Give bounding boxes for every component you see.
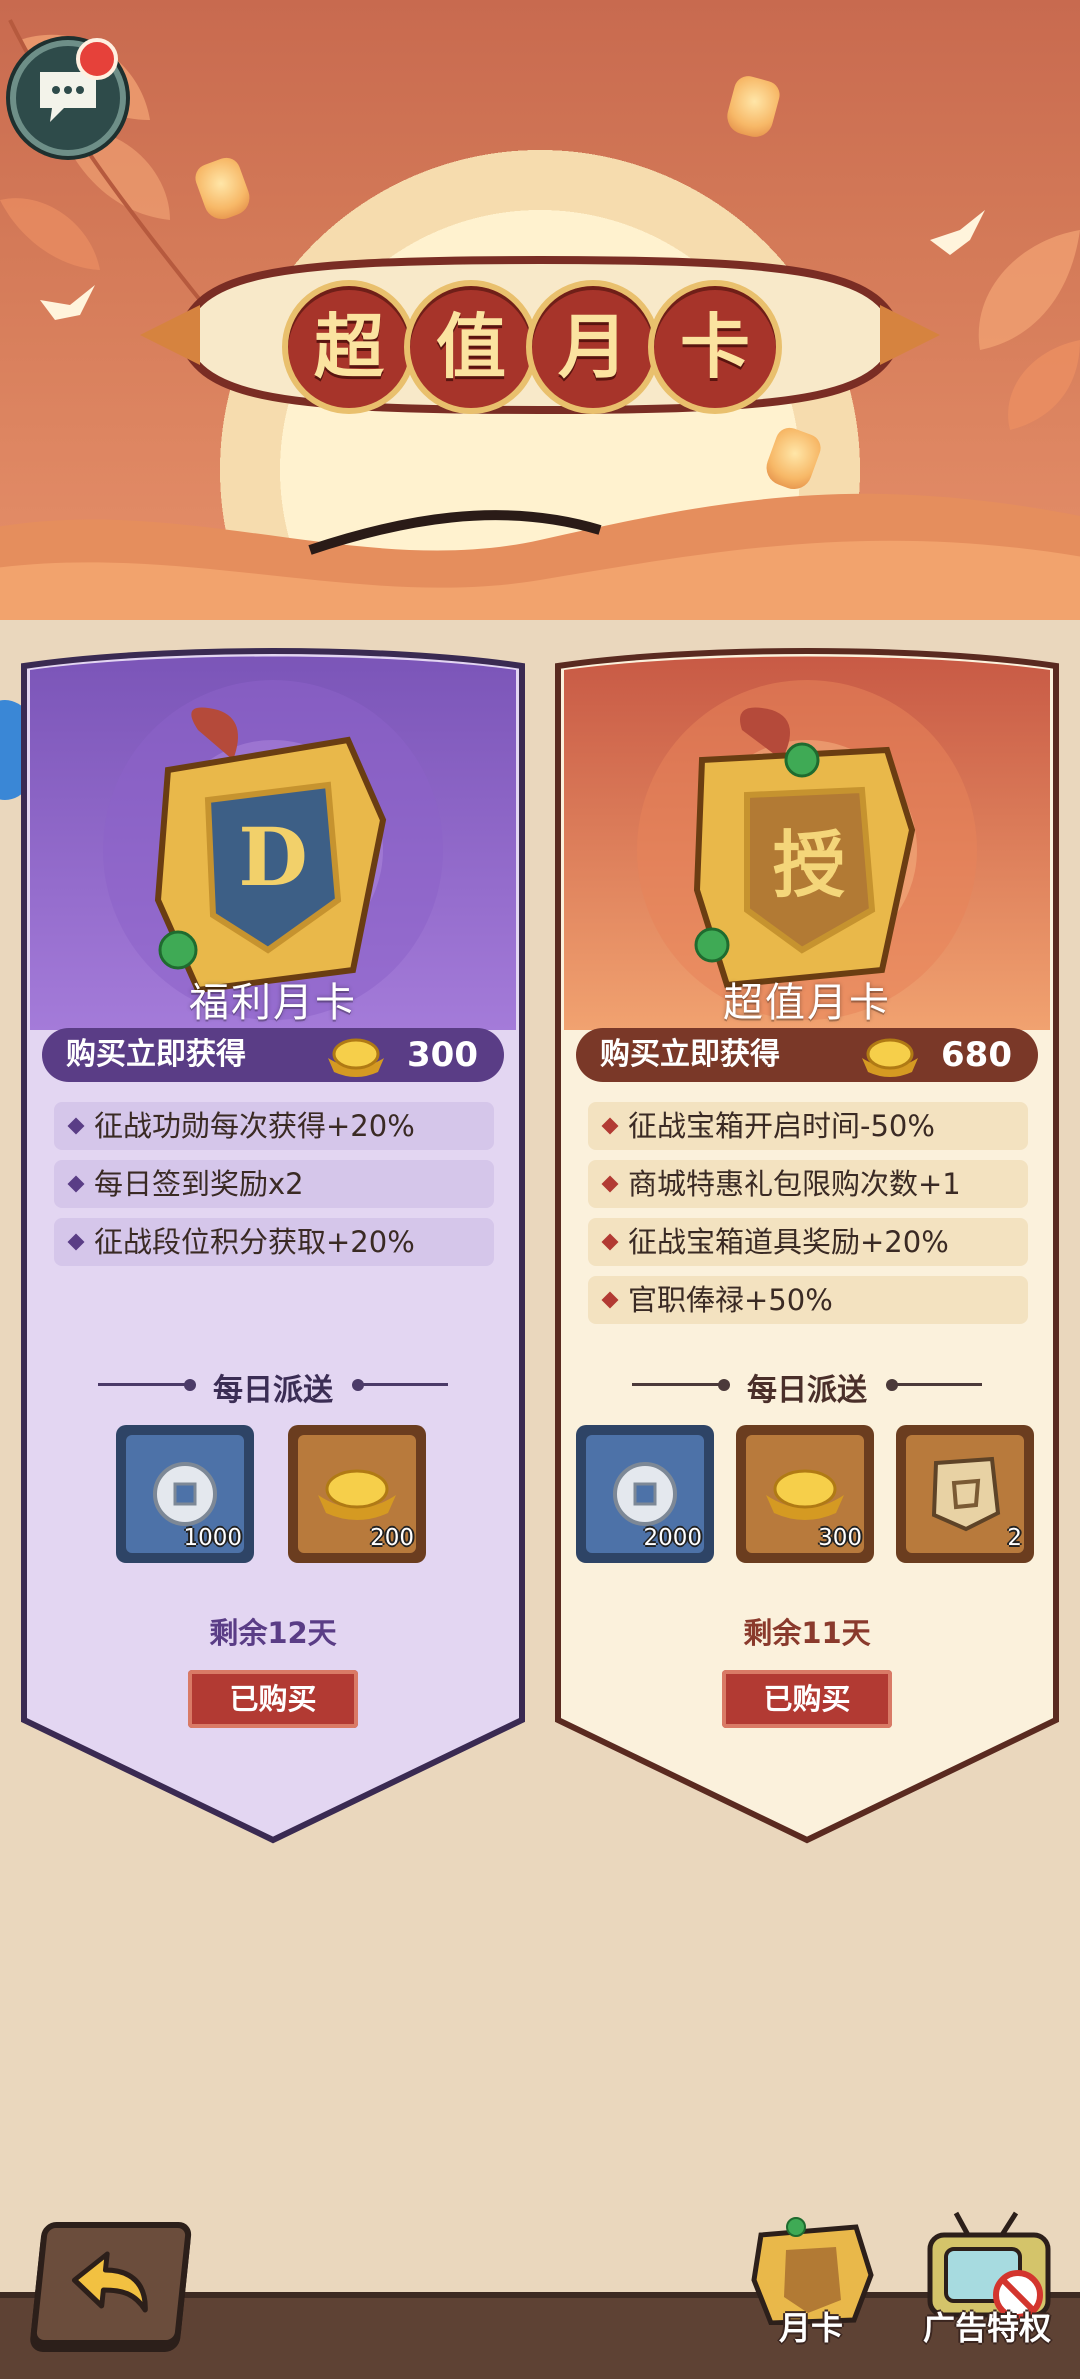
premium-card-emblem-icon: 授 — [693, 707, 916, 989]
svg-text:授: 授 — [773, 822, 845, 907]
benefit-item: 征战功勋每次获得+20% — [54, 1102, 494, 1150]
card-title: 超值月卡 — [723, 980, 891, 1026]
bullet-icon — [601, 1175, 619, 1193]
gold-ingot-icon — [766, 1469, 844, 1520]
reward-count: 200 — [370, 1525, 414, 1551]
lantern-icon — [723, 73, 783, 141]
bullet-icon — [67, 1233, 85, 1251]
gold-ingot-icon — [328, 1038, 384, 1077]
svg-text:D: D — [238, 810, 307, 904]
benefit-item: 征战宝箱道具奖励+20% — [588, 1218, 1028, 1266]
monthly-card-welfare: D 福利月卡 购买立即获得 300 征战功勋每次获得+20% 每日签到奖励x2 … — [18, 640, 528, 1850]
instant-reward-label: 购买立即获得 — [600, 1037, 780, 1072]
header-wave — [0, 493, 1080, 620]
reward-tile-token[interactable]: 2 — [896, 1425, 1034, 1563]
remaining-days: 剩余12天 — [209, 1616, 337, 1650]
reward-tile-ingot[interactable]: 300 — [736, 1425, 874, 1563]
bullet-icon — [601, 1233, 619, 1251]
monthly-card-premium: 授 超值月卡 购买立即获得 680 征战宝箱开启时间-50% 商城特惠礼包限购次… — [552, 640, 1062, 1850]
title-char-badge: 月 — [526, 280, 660, 414]
title-char-badge: 卡 — [648, 280, 782, 414]
purchased-button[interactable]: 已购买 — [188, 1670, 358, 1728]
notification-dot — [76, 38, 118, 80]
gold-ingot-icon — [318, 1469, 396, 1520]
reward-count: 300 — [818, 1525, 862, 1551]
benefit-item: 官职俸禄+50% — [588, 1276, 1028, 1324]
benefit-text: 每日签到奖励x2 — [94, 1167, 304, 1201]
tab-label: 广告特权 — [922, 2309, 1051, 2347]
tab-label: 月卡 — [778, 2309, 843, 2347]
tab-ad-privilege[interactable]: 广告特权 — [912, 2205, 1062, 2347]
page-title-char: 卡 — [680, 305, 750, 388]
page-title-char: 值 — [436, 305, 506, 388]
coin-icon — [613, 1462, 677, 1526]
bullet-icon — [67, 1117, 85, 1135]
reward-tile-coin[interactable]: 2000 — [576, 1425, 714, 1563]
welfare-card-emblem-icon: D — [154, 707, 387, 994]
title-char-badge: 超 — [282, 280, 416, 414]
back-arrow-icon — [71, 2251, 148, 2313]
benefit-item: 征战段位积分获取+20% — [54, 1218, 494, 1266]
bullet-icon — [601, 1291, 619, 1309]
reward-count: 1000 — [183, 1525, 242, 1551]
bullet-icon — [601, 1117, 619, 1135]
coin-icon — [153, 1462, 217, 1526]
tab-month-card[interactable]: 月卡 — [736, 2205, 886, 2347]
benefit-item: 商城特惠礼包限购次数+1 — [588, 1160, 1028, 1208]
gold-ingot-icon — [862, 1038, 918, 1077]
instant-reward-bar: 购买立即获得 300 — [42, 1028, 504, 1082]
daily-delivery-title: 每日派送 — [213, 1373, 333, 1408]
remaining-days: 剩余11天 — [743, 1616, 871, 1650]
title-char-badge: 值 — [404, 280, 538, 414]
card-title: 福利月卡 — [189, 980, 357, 1026]
benefit-item: 每日签到奖励x2 — [54, 1160, 494, 1208]
benefit-item: 征战宝箱开启时间-50% — [588, 1102, 1028, 1150]
reward-count: 2000 — [643, 1525, 702, 1551]
benefit-text: 征战功勋每次获得+20% — [94, 1109, 415, 1143]
benefit-text: 商城特惠礼包限购次数+1 — [628, 1167, 961, 1201]
bird-icon — [40, 285, 95, 320]
reward-tile-ingot[interactable]: 200 — [288, 1425, 426, 1563]
benefit-text: 官职俸禄+50% — [628, 1283, 833, 1317]
scroll-token-icon — [931, 1456, 1001, 1532]
instant-reward-bar: 购买立即获得 680 — [576, 1028, 1038, 1082]
instant-reward-amount: 300 — [407, 1035, 478, 1075]
back-button[interactable] — [29, 2222, 193, 2346]
daily-delivery-title: 每日派送 — [747, 1373, 867, 1408]
instant-reward-amount: 680 — [941, 1035, 1012, 1075]
purchased-button[interactable]: 已购买 — [722, 1670, 892, 1728]
instant-reward-label: 购买立即获得 — [66, 1037, 246, 1072]
reward-count: 2 — [1007, 1525, 1022, 1551]
benefit-text: 征战段位积分获取+20% — [94, 1225, 415, 1259]
page-title-char: 月 — [558, 305, 628, 388]
benefit-text: 征战宝箱开启时间-50% — [628, 1109, 935, 1143]
bullet-icon — [67, 1175, 85, 1193]
benefit-text: 征战宝箱道具奖励+20% — [628, 1225, 949, 1259]
page-title-char: 超 — [314, 305, 384, 388]
reward-tile-coin[interactable]: 1000 — [116, 1425, 254, 1563]
